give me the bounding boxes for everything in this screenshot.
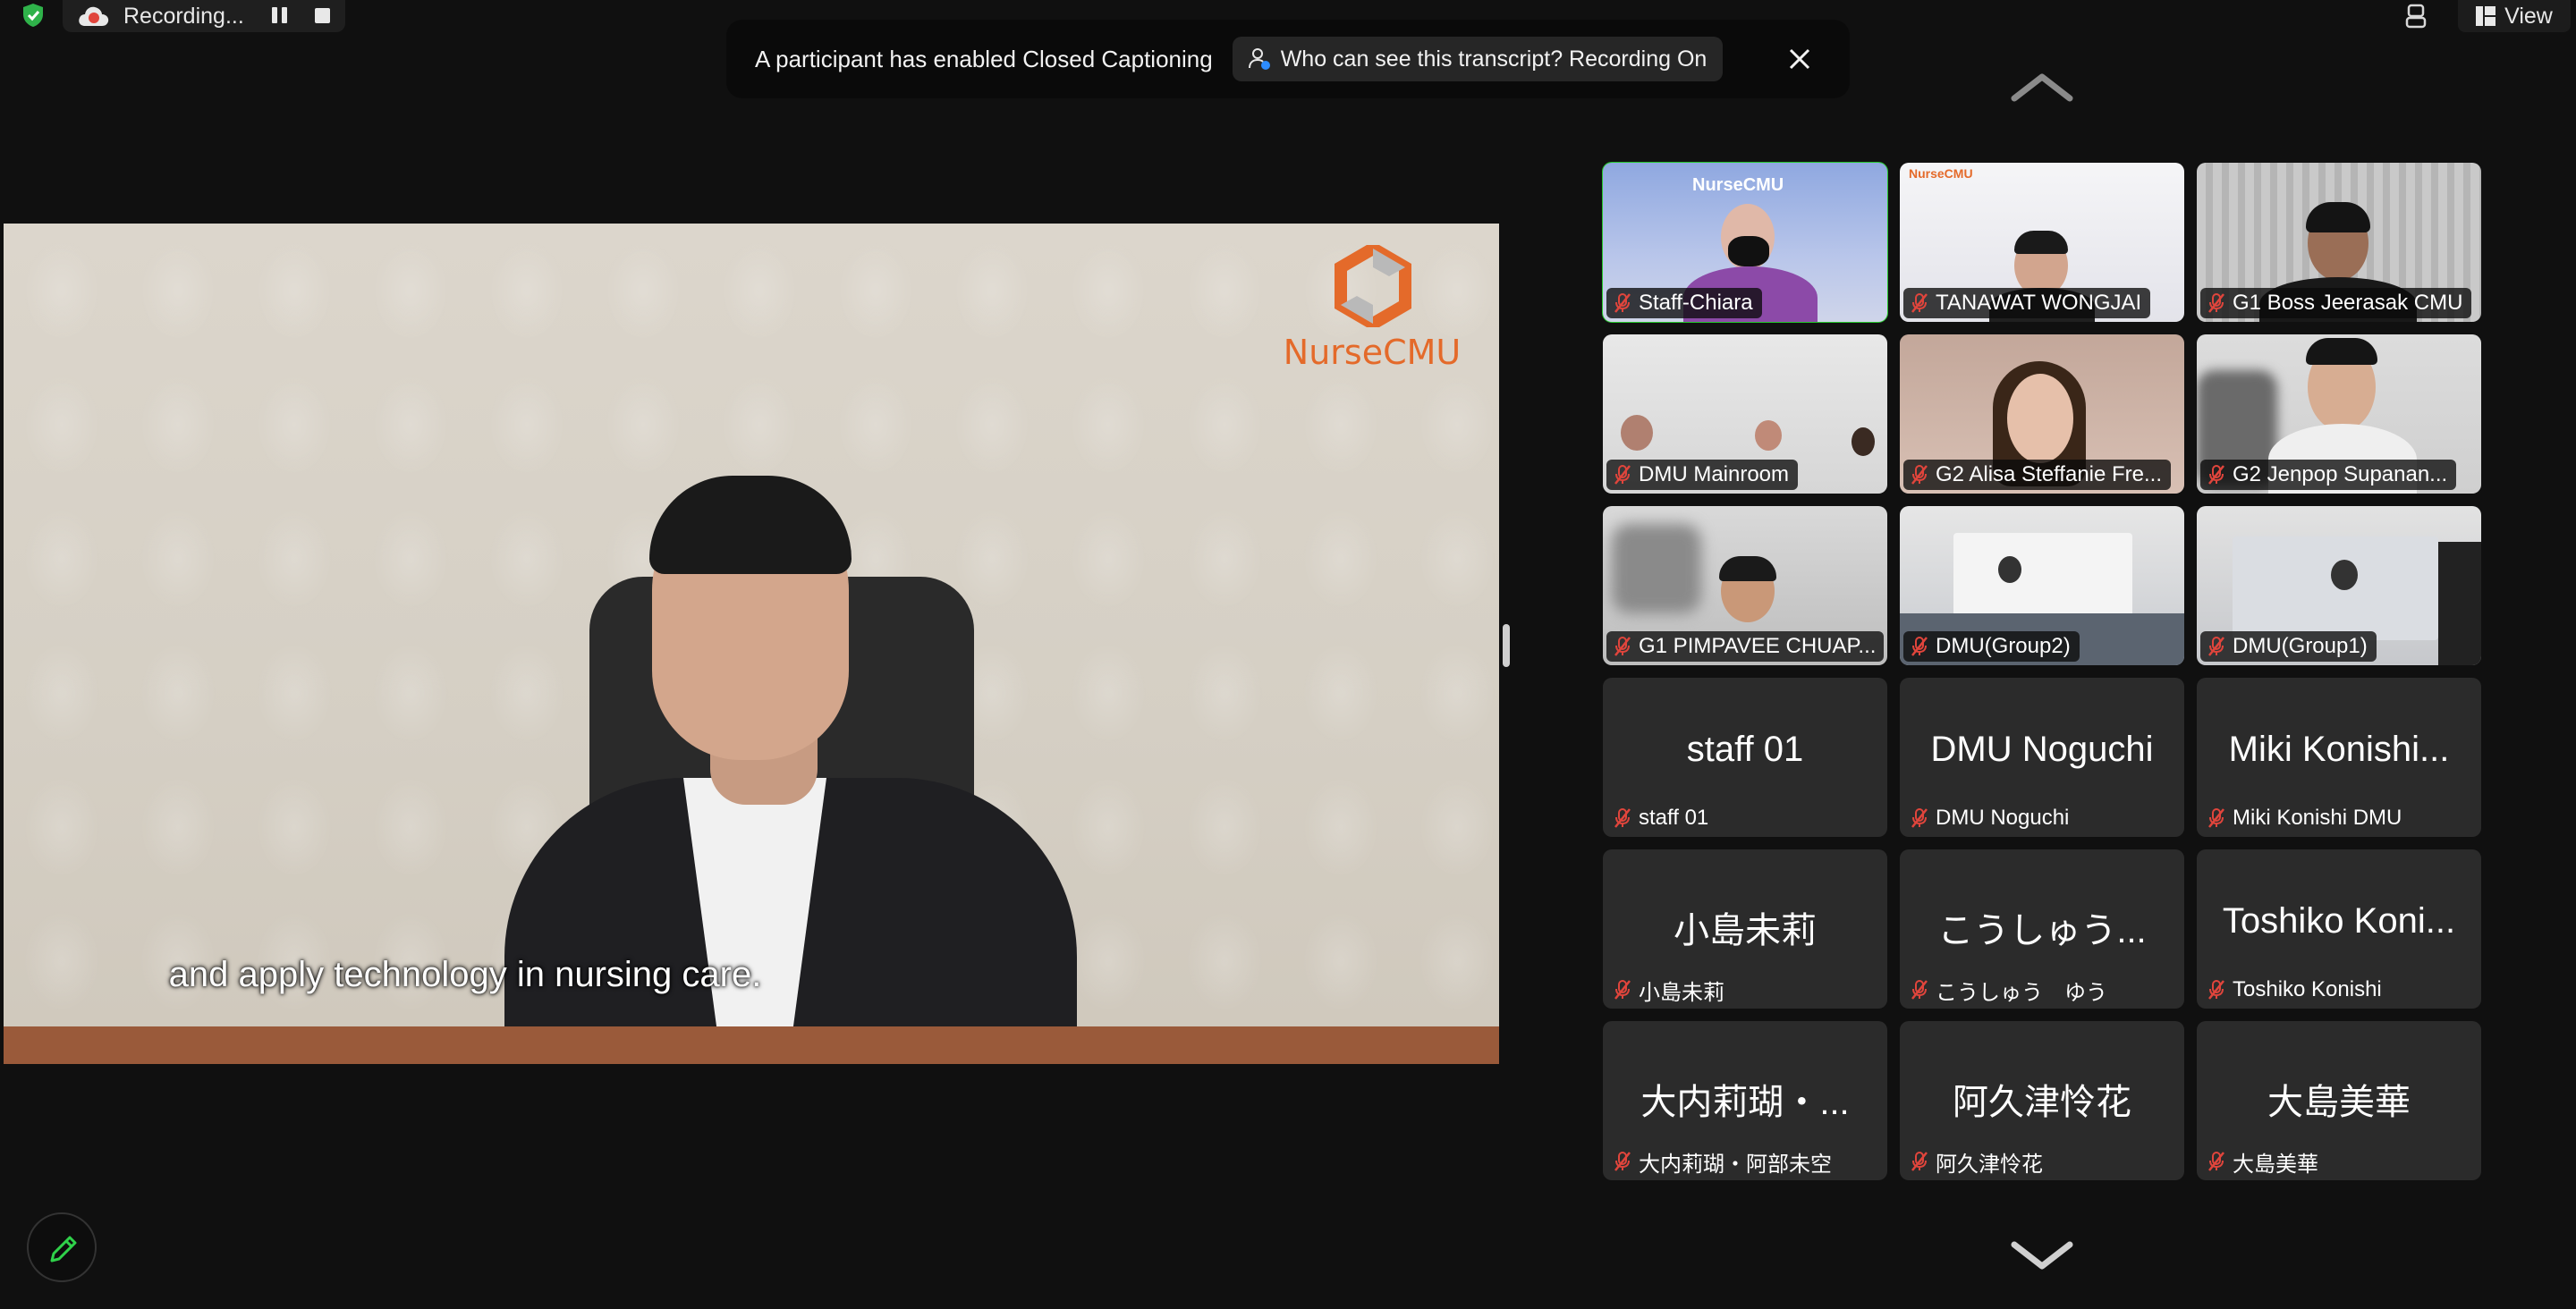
participant-name-tag: 小島未莉 [1606,975,1733,1005]
participant-display-name: DMU Noguchi [1930,730,2154,769]
participant-name-tag: こうしゅう ゆう [1903,975,2116,1005]
participant-tile[interactable]: G1 Boss Jeerasak CMU [2197,163,2481,322]
participant-name-tag: DMU Mainroom [1606,460,1799,490]
participant-tile[interactable]: DMU(Group2) [1900,506,2184,665]
annotate-button[interactable] [27,1212,97,1282]
cloud-recording-icon [79,6,109,26]
stop-recording-button[interactable] [315,8,330,23]
transcript-visibility-button[interactable]: Who can see this transcript? Recording O… [1232,37,1724,81]
participant-name-tag: G1 Boss Jeerasak CMU [2200,288,2472,318]
participant-name-tag: TANAWAT WONGJAI [1903,288,2151,318]
participant-tile[interactable]: DMU(Group1) [2197,506,2481,665]
mic-muted-icon [2208,293,2224,313]
participant-name-tag: DMU(Group2) [1903,631,2080,662]
participant-name-tag: G2 Jenpop Supanan... [2200,460,2457,490]
participant-name-tag: Toshiko Konishi [2200,975,2391,1005]
transcript-visibility-label: Who can see this transcript? Recording O… [1280,46,1707,72]
participant-tile[interactable]: G2 Jenpop Supanan... [2197,334,2481,494]
participant-display-name: 大島美華 [2267,1083,2411,1122]
mic-muted-icon [1911,465,1928,485]
participant-tile[interactable]: staff 01 staff 01 [1603,678,1887,837]
mic-muted-icon [1614,1152,1631,1171]
mic-muted-icon [2208,637,2224,656]
participant-tile[interactable]: 大島美華 大島美華 [2197,1021,2481,1180]
participant-name-tag: G1 PIMPAVEE CHUAP... [1606,631,1884,662]
gallery-page-down-icon[interactable] [2011,1239,2073,1271]
participant-display-name: 小島未莉 [1674,911,1817,950]
mic-muted-icon [2208,980,2224,1000]
nursecmu-logo-icon [1335,245,1411,327]
participant-tile[interactable]: NurseCMU TANAWAT WONGJAI [1900,163,2184,322]
video-banner-text: NurseCMU [1692,175,1784,195]
logo-text: NurseCMU [1283,333,1462,372]
mic-muted-icon [1911,293,1928,313]
closed-caption-notice: A participant has enabled Closed Caption… [726,20,1850,98]
participant-name-tag: 大内莉瑚・阿部未空 [1606,1146,1841,1177]
mic-muted-icon [1614,980,1631,1000]
main-video: NurseCMU and apply technology in nursing… [4,224,1499,1064]
participant-name-tag: DMU(Group1) [2200,631,2377,662]
mic-muted-icon [2208,808,2224,828]
video-subtitle: and apply technology in nursing care. [168,955,762,994]
gallery-page-up-icon[interactable] [2011,72,2073,104]
participant-tile[interactable]: 大内莉瑚・... 大内莉瑚・阿部未空 [1603,1021,1887,1180]
participant-tile[interactable]: 小島未莉 小島未莉 [1603,849,1887,1009]
participant-name-tag: 大島美華 [2200,1146,2327,1177]
recording-label: Recording... [123,3,244,29]
participant-display-name: Miki Konishi... [2228,730,2450,769]
participant-tile[interactable]: Miki Konishi... Miki Konishi DMU [2197,678,2481,837]
security-shield-icon[interactable] [20,2,47,29]
mic-muted-icon [1614,808,1631,828]
participant-tile[interactable]: G1 PIMPAVEE CHUAP... [1603,506,1887,665]
participant-name-tag: G2 Alisa Steffanie Fre... [1903,460,2172,490]
participant-tile[interactable]: DMU Mainroom [1603,334,1887,494]
recording-indicator[interactable]: Recording... [63,0,345,32]
participant-tile[interactable]: NurseCMU Staff-Chiara [1602,162,1888,323]
participant-name-tag: 阿久津怜花 [1903,1146,2052,1177]
participant-tile[interactable]: G2 Alisa Steffanie Fre... [1900,334,2184,494]
close-icon[interactable] [1785,45,1814,73]
participant-tile[interactable]: こうしゅう... こうしゅう ゆう [1900,849,2184,1009]
mic-muted-icon [2208,1152,2224,1171]
participant-display-name: 阿久津怜花 [1953,1083,2131,1122]
view-label: View [2504,3,2553,29]
closed-caption-message: A participant has enabled Closed Caption… [755,45,1213,72]
participant-name-tag: Miki Konishi DMU [2200,803,2411,833]
pause-recording-button[interactable] [272,7,290,25]
mic-muted-icon [1614,637,1631,656]
mic-muted-icon [1911,808,1928,828]
speaker-view-icon[interactable] [2400,0,2432,32]
participant-name-tag: Staff-Chiara [1606,288,1762,318]
participant-display-name: 大内莉瑚・... [1640,1083,1850,1122]
participant-name-tag: staff 01 [1606,803,1717,833]
participant-display-name: こうしゅう... [1937,911,2147,950]
participant-tile[interactable]: Toshiko Koni... Toshiko Konishi [2197,849,2481,1009]
participant-tile[interactable]: DMU Noguchi DMU Noguchi [1900,678,2184,837]
video-banner-text: NurseCMU [1909,166,1973,181]
participant-display-name: staff 01 [1686,730,1804,769]
mic-muted-icon [2208,465,2224,485]
participant-name-tag: DMU Noguchi [1903,803,2078,833]
mic-muted-icon [1911,1152,1928,1171]
mic-muted-icon [1614,465,1631,485]
view-menu-button[interactable]: View [2458,0,2571,32]
pencil-icon [50,1236,77,1263]
mic-muted-icon [1614,293,1631,313]
mic-muted-icon [1911,980,1928,1000]
person-info-icon [1248,48,1270,70]
desk [4,1026,1499,1064]
nursecmu-logo: NurseCMU [1283,245,1462,379]
participant-display-name: Toshiko Koni... [2222,901,2456,941]
panel-resize-handle[interactable] [1503,624,1510,667]
mic-muted-icon [1911,637,1928,656]
view-layout-icon [2476,6,2496,26]
participant-tile[interactable]: 阿久津怜花 阿久津怜花 [1900,1021,2184,1180]
